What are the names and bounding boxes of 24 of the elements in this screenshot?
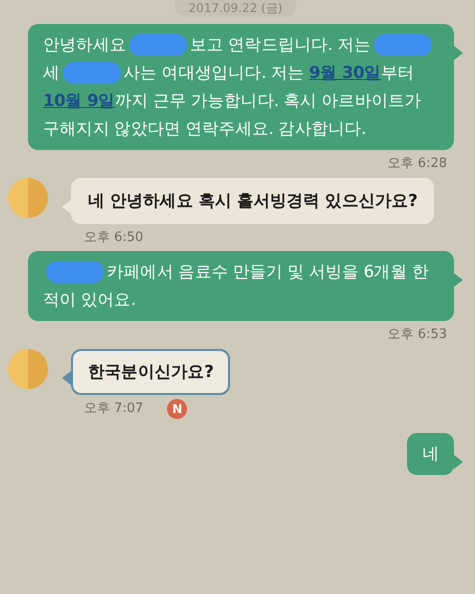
redaction-scribble (374, 34, 432, 56)
redaction-scribble (62, 62, 121, 84)
message-bubble: 한국분이신가요? (71, 348, 230, 394)
bubble-tail (454, 273, 463, 287)
date-link[interactable]: 10월 9일 (43, 91, 115, 110)
message-bubble: 안녕하세요 보고 연락드립니다. 저는 세 사는 여대생입니다. 저는 9월 30일부터 10월 9일까지 근무 가능합니다. 혹시 아르바이트가 구해지지 않았다면 연락주세요. 감사합니다. (28, 24, 454, 150)
message-bubble: 네 안녕하세요 혹시 홀서빙경력 있으신가요? (71, 178, 434, 224)
bubble-tail (62, 370, 71, 384)
message-time: 오후 6:28 (388, 155, 447, 173)
bubble-tail (454, 454, 463, 468)
message-time: 오후 6:53 (388, 326, 447, 344)
message-time: 오후 7:07 (84, 400, 144, 418)
redaction-scribble (46, 261, 104, 284)
date-link[interactable]: 9월 30일 (309, 63, 381, 82)
message-bubble: 카페에서 음료수 만들기 및 서빙을 6개월 한 적이 있어요. (28, 251, 454, 321)
bubble-tail (454, 46, 463, 60)
bubble-tail (62, 200, 71, 214)
avatar (8, 178, 48, 218)
avatar (8, 348, 48, 388)
redaction-scribble (129, 34, 188, 56)
message-time: 오후 6:50 (84, 228, 144, 246)
new-badge: N (167, 398, 188, 418)
date-header: 2017.09.22 (금) (174, 0, 296, 16)
message-bubble: 네 (407, 432, 454, 474)
